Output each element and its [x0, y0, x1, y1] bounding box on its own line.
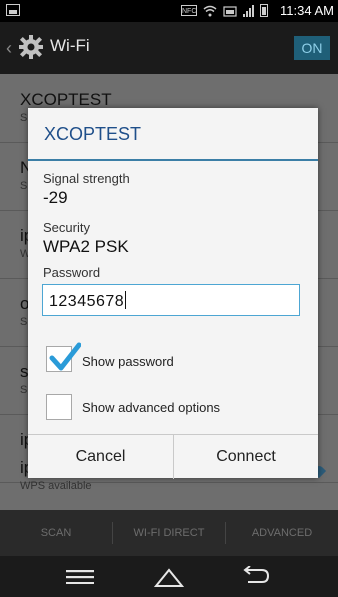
title-divider — [28, 159, 318, 161]
password-field[interactable]: 12345678 — [42, 284, 300, 316]
connect-button[interactable]: Connect — [174, 435, 318, 479]
password-text: 12345678 — [49, 293, 125, 310]
back-button[interactable] — [226, 556, 286, 597]
security-label: Security — [43, 220, 90, 235]
wifi-status-icon — [203, 5, 217, 16]
menu-icon — [66, 569, 94, 584]
status-time: 11:34 AM — [280, 3, 334, 18]
network-status: S — [20, 180, 28, 192]
action-bar-title: Wi-Fi — [50, 36, 90, 55]
security-value: WPA2 PSK — [43, 237, 129, 256]
signal-strength-icon — [243, 4, 254, 17]
password-label: Password — [43, 265, 101, 280]
text-cursor — [125, 291, 127, 309]
status-icons: NFC — [181, 4, 268, 17]
nfc-icon: NFC — [181, 5, 197, 16]
gallery-notification-icon — [6, 4, 20, 16]
wifi-connect-dialog: XCOPTEST Signal strength -29 Security WP… — [28, 108, 318, 479]
wifi-toggle[interactable]: ON — [294, 36, 330, 60]
wifi-direct-button[interactable]: WI-FI DIRECT — [113, 510, 225, 556]
settings-gear-icon[interactable] — [18, 34, 44, 60]
bottom-action-strip: SCAN WI-FI DIRECT ADVANCED — [0, 510, 338, 556]
advanced-button[interactable]: ADVANCED — [226, 510, 338, 556]
cancel-button[interactable]: Cancel — [28, 435, 173, 479]
action-bar: ‹ Wi-Fi ON — [0, 22, 338, 74]
network-status: S — [20, 384, 28, 396]
home-button[interactable] — [139, 556, 199, 597]
status-bar: NFC 11:34 AM — [0, 0, 338, 22]
navigation-bar — [0, 556, 338, 597]
signal-strength-label: Signal strength — [43, 171, 130, 186]
up-chevron-icon[interactable]: ‹ — [6, 38, 16, 58]
network-name: XCOPTEST — [20, 90, 112, 109]
password-value: 12345678 — [49, 291, 127, 311]
signal-strength-value: -29 — [43, 188, 68, 207]
dialog-button-row: Cancel Connect — [28, 434, 318, 479]
home-icon — [154, 567, 184, 587]
data-transfer-icon — [223, 5, 237, 17]
scan-button[interactable]: SCAN — [0, 510, 112, 556]
checkmark-icon — [49, 342, 81, 371]
network-status: S — [20, 112, 28, 124]
menu-button[interactable] — [50, 556, 110, 597]
dialog-title: XCOPTEST — [44, 124, 142, 144]
network-status: S — [20, 316, 28, 328]
screen: NFC 11:34 AM ‹ Wi-Fi ON XCOPTEST S N S i… — [0, 0, 338, 597]
network-status: WPS available — [20, 480, 92, 492]
back-icon — [243, 565, 270, 583]
show-advanced-label[interactable]: Show advanced options — [82, 400, 220, 415]
show-advanced-checkbox[interactable] — [46, 394, 72, 420]
show-password-label[interactable]: Show password — [82, 354, 174, 369]
show-password-checkbox[interactable] — [46, 342, 81, 372]
battery-icon — [260, 4, 268, 17]
